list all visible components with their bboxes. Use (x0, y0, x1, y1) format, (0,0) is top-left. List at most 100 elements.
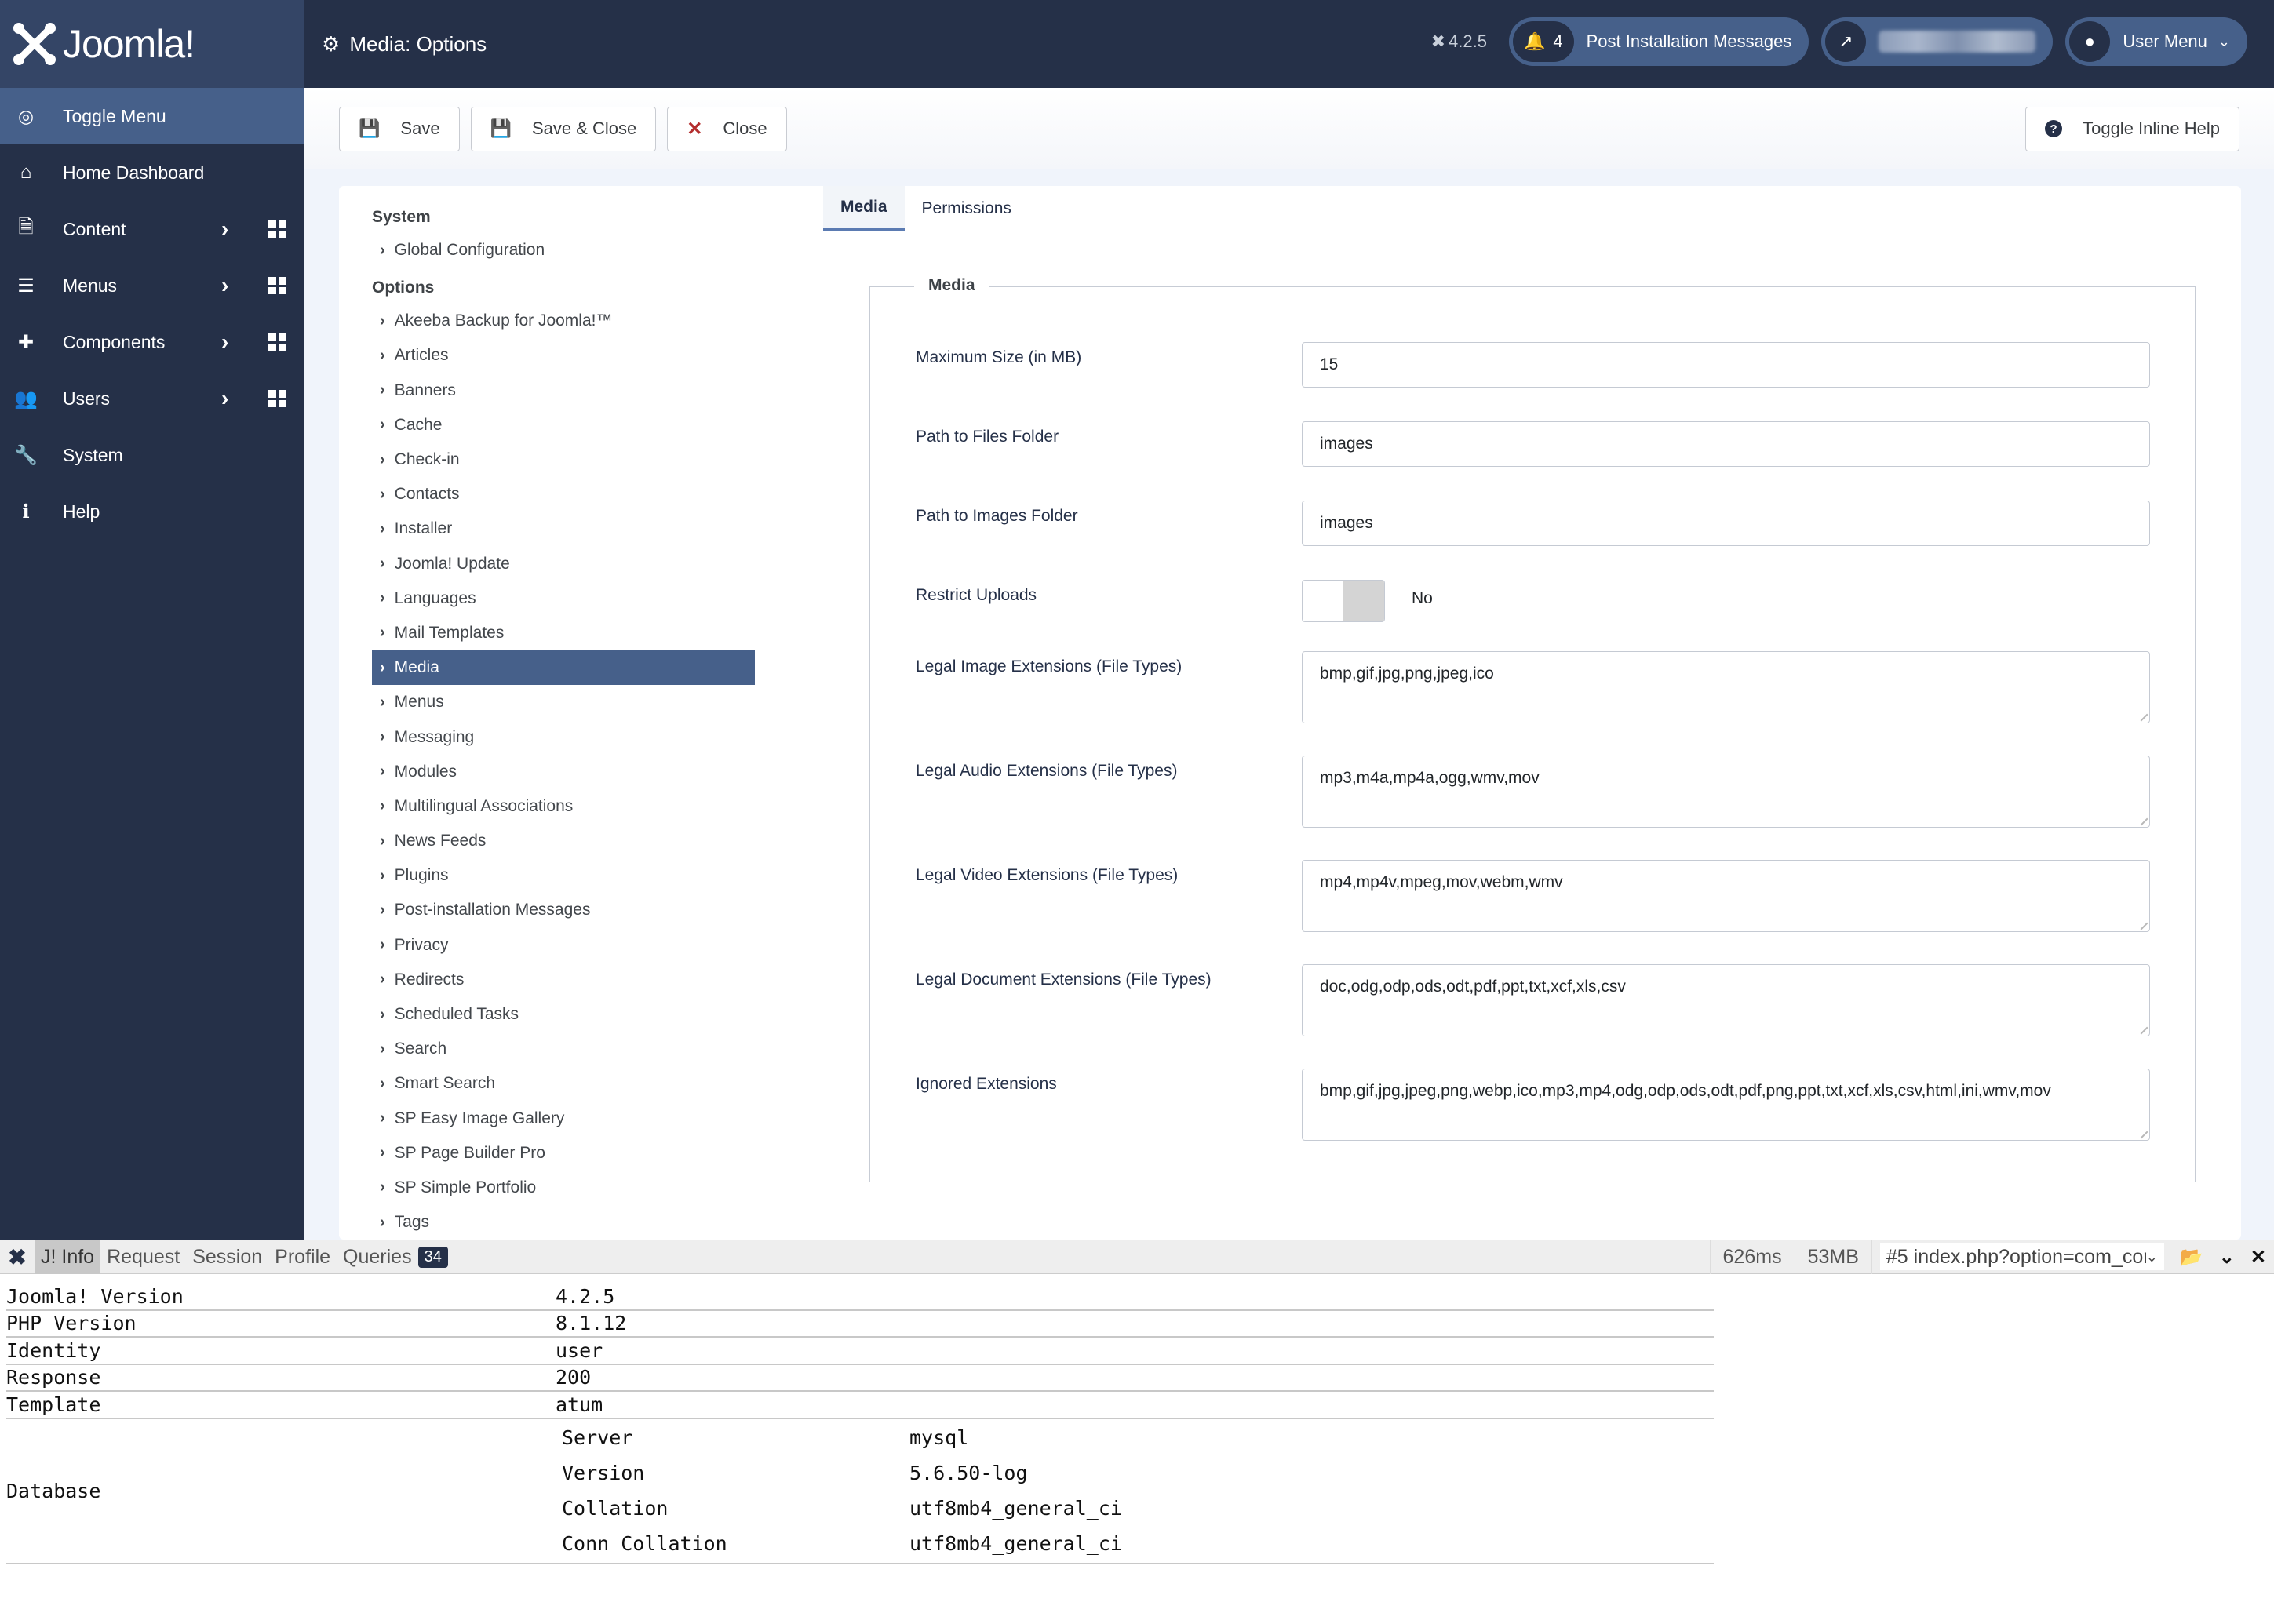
resize-handle[interactable] (2134, 812, 2148, 826)
chevron-right-icon[interactable]: › (221, 330, 228, 355)
options-list-item[interactable]: › Installer (372, 512, 755, 546)
close-icon[interactable]: ✕ (2243, 1246, 2274, 1269)
options-list-item[interactable]: › Multilingual Associations (372, 789, 755, 824)
resize-handle[interactable] (2134, 1021, 2148, 1035)
save-close-button[interactable]: 💾 Save & Close (470, 106, 657, 151)
chevron-right-icon: › (380, 832, 385, 850)
options-item-label: Global Configuration (394, 241, 545, 260)
dashboard-grid-icon[interactable] (268, 333, 286, 351)
options-list-item[interactable]: › SP Simple Portfolio (372, 1171, 755, 1205)
chevron-right-icon: › (380, 1005, 385, 1023)
image-ext-label: Legal Image Extensions (File Types) (916, 657, 1183, 675)
sidebar-item-users[interactable]: 👥 Users › (0, 370, 304, 427)
toggle-inline-help-button[interactable]: ? Toggle Inline Help (2025, 106, 2239, 151)
files-path-input[interactable]: images (1302, 421, 2150, 467)
options-list-item[interactable]: › Post-installation Messages (372, 893, 755, 927)
debug-tab-profile[interactable]: Profile (268, 1240, 337, 1274)
options-list-item[interactable]: › Akeeba Backup for Joomla!™ (372, 304, 755, 338)
options-list-item[interactable]: › Search (372, 1032, 755, 1066)
post-installation-messages-button[interactable]: 🔔 4 Post Installation Messages (1508, 17, 1809, 66)
options-list-item[interactable]: › Mail Templates (372, 616, 755, 650)
options-list-item[interactable]: › Privacy (372, 928, 755, 963)
chevron-right-icon[interactable]: › (221, 273, 228, 298)
close-button[interactable]: ✕ Close (667, 106, 787, 151)
joomla-debug-icon[interactable]: ✖ (0, 1240, 35, 1274)
debug-tab-session[interactable]: Session (186, 1240, 268, 1274)
chevron-right-icon: › (380, 1213, 385, 1231)
options-list-item[interactable]: › Plugins (372, 858, 755, 893)
sidebar-item-label: Components (63, 331, 166, 352)
options-list-item[interactable]: › Smart Search (372, 1066, 755, 1101)
sidebar-item-label: Content (63, 218, 126, 239)
options-list-item[interactable]: › Global Configuration (372, 233, 755, 268)
tab-permissions[interactable]: Permissions (905, 186, 1029, 231)
tab-media[interactable]: Media (823, 186, 905, 231)
dashboard-grid-icon[interactable] (268, 277, 286, 294)
dashboard-grid-icon[interactable] (268, 220, 286, 238)
options-list-item[interactable]: › Messaging (372, 719, 755, 754)
images-path-input[interactable]: images (1302, 501, 2150, 546)
save-close-label: Save & Close (531, 118, 637, 138)
debug-tab-request[interactable]: Request (100, 1240, 186, 1274)
options-item-label: Post-installation Messages (394, 901, 591, 919)
resize-handle[interactable] (2134, 1125, 2148, 1139)
debug-tab-queries[interactable]: Queries 34 (337, 1240, 454, 1274)
options-list-item[interactable]: › SP Page Builder Pro (372, 1136, 755, 1171)
user-circle-icon: ● (2084, 31, 2095, 51)
max-size-input[interactable]: 15 (1302, 342, 2150, 388)
sidebar-item-system[interactable]: 🔧 System (0, 427, 304, 483)
user-menu-button[interactable]: ● User Menu ⌄ (2065, 17, 2247, 66)
restrict-uploads-toggle[interactable] (1302, 580, 1385, 622)
resize-handle[interactable] (2134, 708, 2148, 722)
resize-handle[interactable] (2134, 916, 2148, 930)
options-list-item[interactable]: › Scheduled Tasks (372, 997, 755, 1032)
ignored-ext-textarea[interactable]: bmp,gif,jpg,jpeg,png,webp,ico,mp3,mp4,od… (1302, 1069, 2150, 1141)
video-ext-textarea[interactable]: mp4,mp4v,mpeg,mov,webm,wmv (1302, 860, 2150, 932)
options-list-item[interactable]: › Menus (372, 685, 755, 719)
sidebar-item-help[interactable]: ℹ Help (0, 483, 304, 540)
options-list-item[interactable]: › Check-in (372, 442, 755, 477)
options-list-item[interactable]: › Cache (372, 408, 755, 442)
options-list-item[interactable]: › Tags (372, 1205, 755, 1240)
options-list-item[interactable]: › Media (372, 650, 755, 686)
chevron-right-icon: › (380, 1109, 385, 1127)
restrict-uploads-value: No (1412, 589, 1433, 607)
sidebar-item-menus[interactable]: ☰ Menus › (0, 257, 304, 314)
image-ext-textarea[interactable]: bmp,gif,jpg,png,jpeg,ico (1302, 651, 2150, 723)
doc-ext-textarea[interactable]: doc,odg,odp,ods,odt,pdf,ppt,txt,xcf,xls,… (1302, 964, 2150, 1036)
options-item-label: SP Easy Image Gallery (394, 1109, 565, 1127)
request-select[interactable]: #5 index.php?option=com_config ⌄ (1879, 1243, 2164, 1270)
chevron-right-icon[interactable]: › (221, 386, 228, 411)
ignored-ext-label: Ignored Extensions (916, 1075, 1057, 1093)
sidebar-item-label: Users (63, 388, 111, 409)
options-list-item[interactable]: › Articles (372, 338, 755, 373)
debug-tab-label: Session (192, 1245, 263, 1268)
options-list-item[interactable]: › SP Easy Image Gallery (372, 1101, 755, 1136)
debug-tab-j-info[interactable]: J! Info (35, 1240, 101, 1274)
sidebar-item-components[interactable]: ✚ Components › (0, 314, 304, 370)
sidebar-item-home-dashboard[interactable]: ⌂ Home Dashboard (0, 144, 304, 201)
toggle-menu-button[interactable]: ◎ Toggle Menu (0, 88, 304, 144)
chevron-down-icon[interactable]: ⌄ (2211, 1246, 2243, 1269)
table-row: Response 200 (6, 1365, 1714, 1392)
folder-open-icon[interactable]: 📂 (2172, 1246, 2211, 1269)
options-list-item[interactable]: › Contacts (372, 477, 755, 512)
options-list-item[interactable]: › Languages (372, 581, 755, 616)
options-list-item[interactable]: › Redirects (372, 963, 755, 997)
audio-ext-textarea[interactable]: mp3,m4a,mp4a,ogg,wmv,mov (1302, 756, 2150, 828)
chevron-right-icon[interactable]: › (221, 217, 228, 242)
save-button[interactable]: 💾 Save (339, 106, 460, 151)
joomla-logo[interactable]: Joomla! (0, 0, 304, 88)
info-key: Joomla! Version (6, 1284, 184, 1308)
options-item-label: Installer (394, 519, 453, 538)
options-list-item[interactable]: › Banners (372, 373, 755, 408)
database-value: 5.6.50-log (909, 1462, 1028, 1484)
sidebar-item-content[interactable]: 🗎 Content › (0, 201, 304, 257)
options-list-item[interactable]: › Modules (372, 755, 755, 789)
chevron-right-icon: › (380, 450, 385, 468)
dashboard-grid-icon[interactable] (268, 390, 286, 407)
options-list-item[interactable]: › Joomla! Update (372, 547, 755, 581)
options-list-item[interactable]: › News Feeds (372, 824, 755, 858)
header: Joomla! ⚙ Media: Options ✖ 4.2.5 🔔 4 Post… (0, 0, 2274, 88)
view-site-button[interactable]: ↗ (1821, 17, 2054, 66)
